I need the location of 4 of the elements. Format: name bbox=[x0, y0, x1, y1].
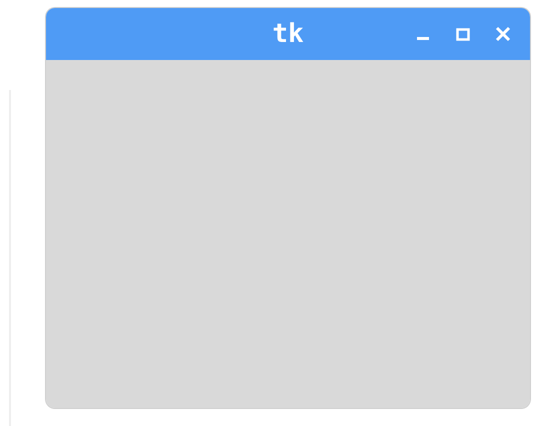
window-title: tk bbox=[272, 19, 304, 49]
minimize-icon bbox=[417, 36, 429, 40]
close-icon bbox=[495, 26, 511, 42]
maximize-icon bbox=[456, 27, 470, 41]
